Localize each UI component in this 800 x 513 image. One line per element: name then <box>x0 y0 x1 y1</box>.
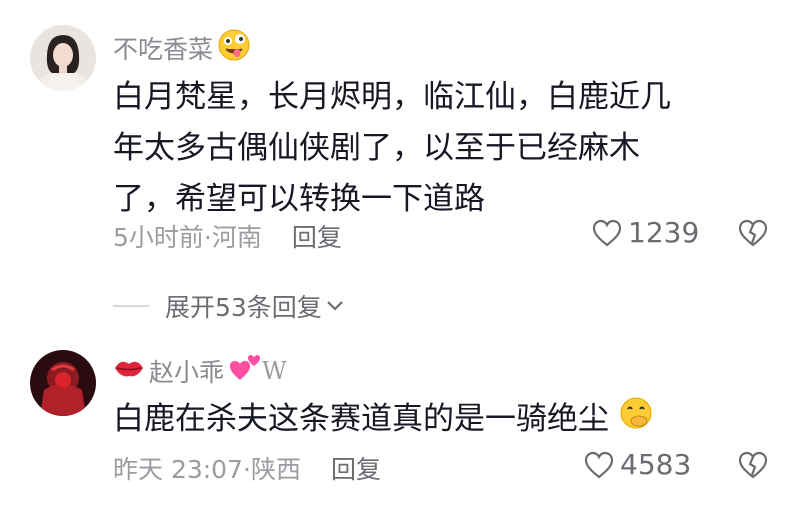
expand-replies[interactable]: 展开53条回复 <box>113 288 344 324</box>
comment-content: 白鹿在杀夫这条赛道真的是一骑绝尘 <box>113 394 763 446</box>
like-button[interactable]: 1239 <box>592 216 699 249</box>
like-count: 1239 <box>628 216 700 249</box>
heart-icon <box>584 451 614 478</box>
comment-meta: 昨天 23:07·陕西 回复 <box>113 450 381 486</box>
username-row: 不吃香菜 <box>113 28 251 68</box>
comment-line: 年太多古偶仙侠剧了，以至于已经麻木 <box>113 130 640 166</box>
hand-over-mouth-emoji-icon <box>619 395 653 446</box>
badge-w: W <box>262 357 287 385</box>
lips-emoji-icon <box>113 354 145 388</box>
reply-button[interactable]: 回复 <box>292 218 342 254</box>
avatar-image <box>30 25 96 91</box>
comment-line: 白月梵星，长月烬明，临江仙，白鹿近几 <box>113 79 671 115</box>
dislike-button[interactable] <box>737 219 769 251</box>
avatar-image <box>30 350 96 416</box>
time-location: 5小时前·河南 <box>113 223 262 252</box>
comment-item: 赵小乖 W 白鹿在杀夫这条赛道真的是一骑绝尘 昨天 23:07·陕西 回复 45… <box>0 330 800 513</box>
username[interactable]: 赵小乖 <box>149 353 224 389</box>
avatar[interactable] <box>30 350 96 416</box>
reply-button[interactable]: 回复 <box>331 450 381 486</box>
comment-line: 白鹿在杀夫这条赛道真的是一骑绝尘 <box>113 401 609 437</box>
avatar[interactable] <box>30 25 96 91</box>
divider <box>113 305 149 307</box>
chevron-down-icon <box>327 301 343 311</box>
comment-item: 不吃香菜 白月梵星，长月烬明，临江仙，白鹿近几 年太多古偶仙侠剧了，以至于已经麻… <box>0 0 800 280</box>
time-location: 昨天 23:07·陕西 <box>113 455 301 484</box>
broken-heart-icon <box>738 219 768 247</box>
like-button[interactable]: 4583 <box>584 448 691 481</box>
dislike-button[interactable] <box>737 451 769 483</box>
comment-meta: 5小时前·河南 回复 <box>113 218 342 254</box>
comment-content: 白月梵星，长月烬明，临江仙，白鹿近几 年太多古偶仙侠剧了，以至于已经麻木 了，希… <box>113 72 763 225</box>
like-count: 4583 <box>620 448 692 481</box>
expand-replies-label: 展开53条回复 <box>165 293 322 322</box>
username-row: 赵小乖 W <box>113 352 287 390</box>
two-hearts-emoji-icon <box>228 352 262 390</box>
zany-face-emoji-icon <box>217 28 251 68</box>
heart-icon <box>592 219 622 246</box>
broken-heart-icon <box>738 451 768 479</box>
username[interactable]: 不吃香菜 <box>113 30 213 66</box>
